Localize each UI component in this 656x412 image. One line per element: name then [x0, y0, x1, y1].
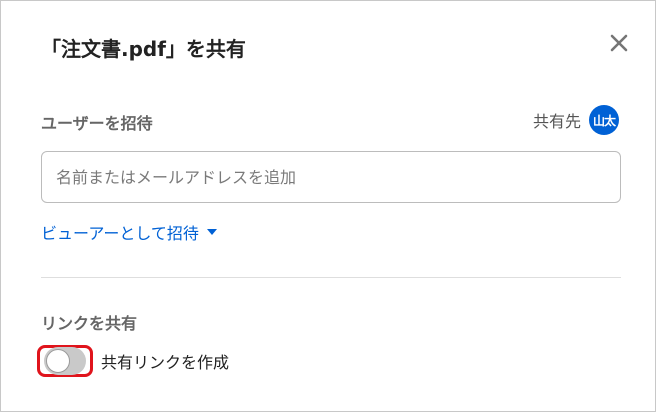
share-dialog: 「注文書.pdf」を共有 ユーザーを招待 共有先 山太 ビューアーとして招待 リ… [0, 0, 656, 412]
close-button[interactable] [605, 29, 633, 57]
divider [41, 277, 621, 278]
dialog-title: 「注文書.pdf」を共有 [41, 37, 246, 61]
create-link-row: 共有リンクを作成 [37, 345, 230, 377]
invite-users-label: ユーザーを招待 [41, 114, 153, 133]
invite-role-dropdown[interactable]: ビューアーとして招待 [41, 220, 217, 244]
close-icon [610, 34, 628, 52]
share-link-label: リンクを共有 [41, 314, 138, 333]
create-link-toggle[interactable] [44, 347, 86, 375]
shared-with-label: 共有先 [532, 112, 581, 131]
avatar[interactable]: 山太 [589, 105, 619, 135]
toggle-highlight [37, 345, 93, 377]
shared-with: 共有先 山太 [533, 105, 619, 135]
toggle-knob [46, 349, 70, 373]
invite-input[interactable] [41, 151, 621, 203]
create-link-label: 共有リンクを作成 [101, 353, 230, 372]
caret-down-icon [206, 227, 217, 237]
invite-role-label: ビューアーとして招待 [41, 224, 199, 243]
